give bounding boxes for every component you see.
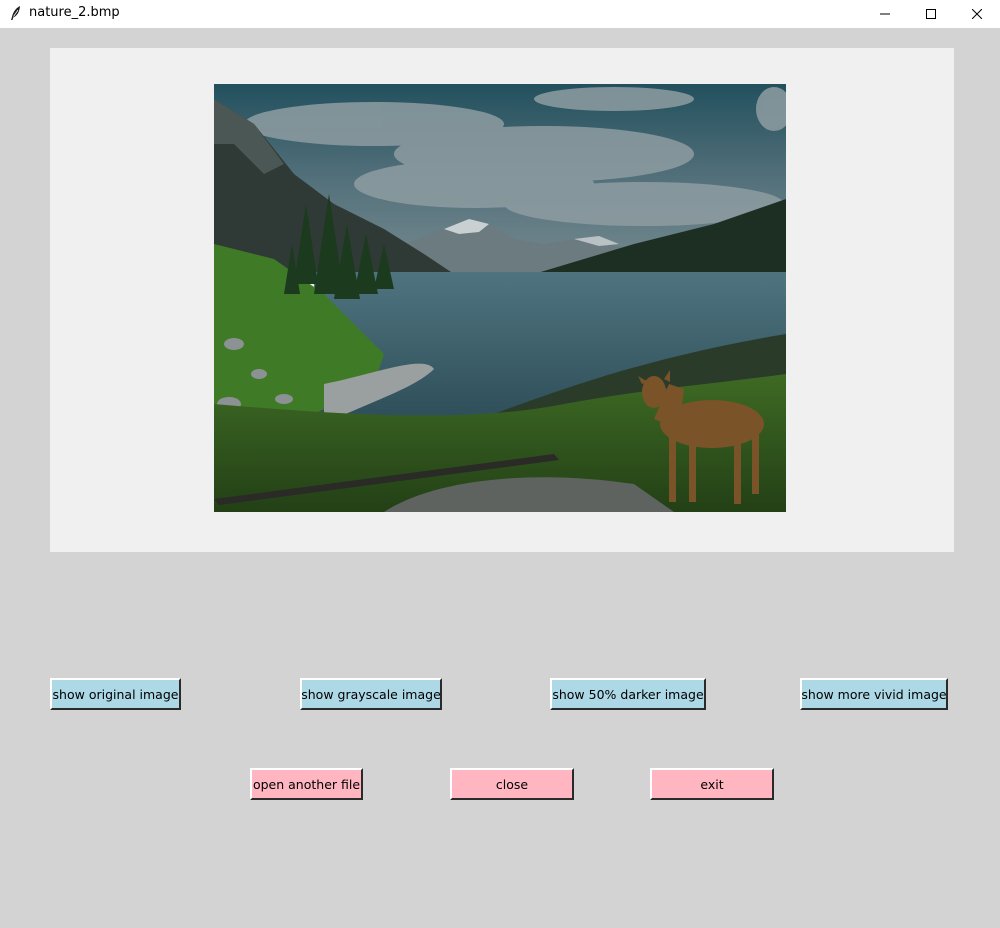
landscape-photo	[214, 84, 786, 512]
window-title: nature_2.bmp	[29, 5, 120, 20]
close-button[interactable]: close	[450, 768, 574, 800]
close-window-button[interactable]	[954, 0, 1000, 28]
minimize-button[interactable]	[862, 0, 908, 28]
show-darker-button[interactable]: show 50% darker image	[550, 678, 706, 710]
show-grayscale-button[interactable]: show grayscale image	[300, 678, 442, 710]
minimize-icon	[880, 9, 890, 19]
show-vivid-button[interactable]: show more vivid image	[800, 678, 948, 710]
close-icon	[972, 9, 982, 19]
show-original-button[interactable]: show original image	[50, 678, 181, 710]
title-bar: nature_2.bmp	[0, 0, 1000, 28]
open-file-button[interactable]: open another file	[250, 768, 363, 800]
exit-button[interactable]: exit	[650, 768, 774, 800]
feather-icon	[9, 5, 23, 21]
maximize-button[interactable]	[908, 0, 954, 28]
maximize-icon	[926, 9, 936, 19]
app-window: nature_2.bmp show original image show gr…	[0, 0, 1000, 928]
